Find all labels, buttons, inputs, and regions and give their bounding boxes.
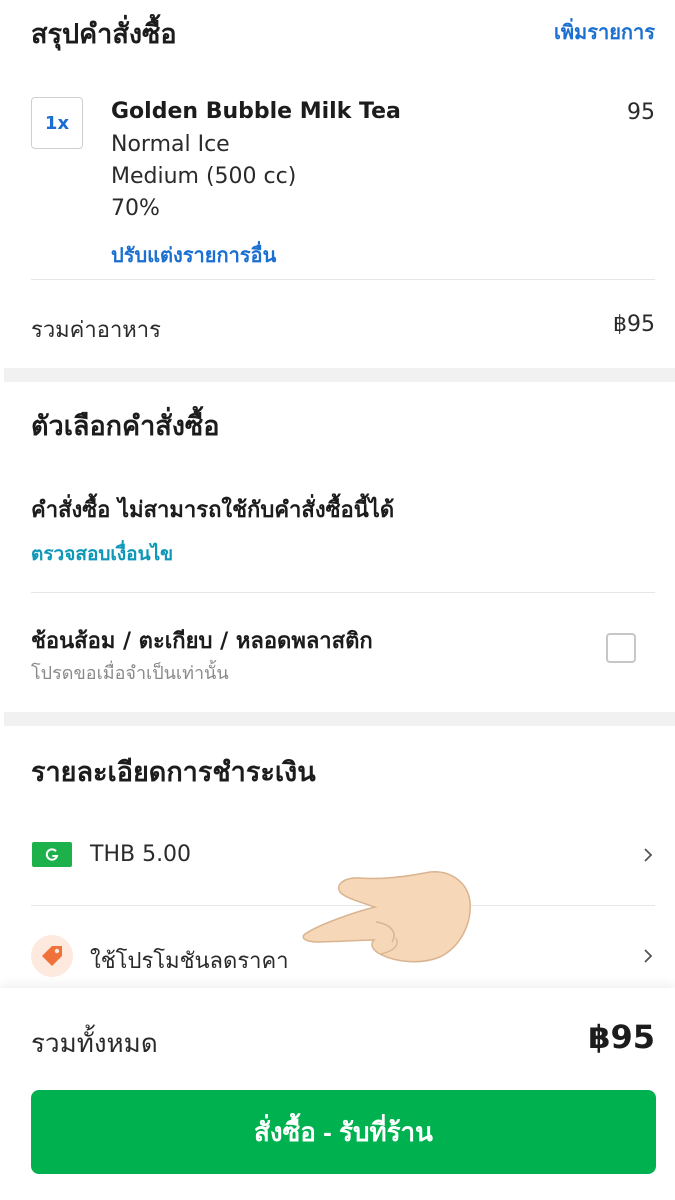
item-quantity-badge[interactable]: 1x xyxy=(31,97,83,149)
order-options-section: ตัวเลือกคำสั่งซื้อ คำสั่งซื้อ ไม่สามารถใ… xyxy=(0,382,675,712)
tag-icon xyxy=(31,935,73,977)
total-value: ฿95 xyxy=(588,1018,655,1056)
section-separator xyxy=(4,368,675,382)
subtotal-value: ฿95 xyxy=(613,312,655,337)
payment-details-title: รายละเอียดการชำระเงิน xyxy=(31,757,316,788)
item-option-sweetness: 70% xyxy=(111,196,160,221)
section-separator xyxy=(4,712,675,726)
payment-amount: THB 5.00 xyxy=(90,842,192,867)
order-summary-title: สรุปคำสั่งซื้อ xyxy=(31,19,177,50)
cutlery-hint: โปรดขอเมื่อจำเป็นเท่านั้น xyxy=(31,663,229,684)
cutlery-label: ช้อนส้อม / ตะเกียบ / หลอดพลาสติก xyxy=(31,629,373,654)
divider xyxy=(31,592,655,593)
divider xyxy=(31,279,655,280)
check-conditions-link[interactable]: ตรวจสอบเงื่อนไข xyxy=(31,539,173,569)
order-options-title: ตัวเลือกคำสั่งซื้อ xyxy=(31,411,220,442)
item-option-ice: Normal Ice xyxy=(111,132,230,157)
cutlery-checkbox[interactable] xyxy=(606,633,636,663)
item-price: 95 xyxy=(627,100,655,125)
chevron-right-icon[interactable] xyxy=(641,949,655,963)
item-name: Golden Bubble Milk Tea xyxy=(111,99,401,124)
item-option-size: Medium (500 cc) xyxy=(111,164,297,189)
unavailable-notice: คำสั่งซื้อ ไม่สามารถใช้กับคำสั่งซื้อนี้ไ… xyxy=(31,498,395,523)
place-order-button[interactable]: สั่งซื้อ - รับที่ร้าน xyxy=(31,1090,656,1174)
promo-label[interactable]: ใช้โปรโมชันลดราคา xyxy=(90,943,289,978)
order-summary-section: สรุปคำสั่งซื้อ เพิ่มรายการ 1x Golden Bub… xyxy=(0,0,675,368)
pointing-hand-icon xyxy=(302,871,471,963)
subtotal-label: รวมค่าอาหาร xyxy=(31,318,161,343)
edit-item-link[interactable]: ปรับแต่งรายการอื่น xyxy=(111,239,276,271)
chevron-right-icon[interactable] xyxy=(641,848,655,862)
add-items-link[interactable]: เพิ่มรายการ xyxy=(554,16,655,48)
total-label: รวมทั้งหมด xyxy=(31,1029,158,1059)
grabpay-g-icon xyxy=(32,842,72,867)
